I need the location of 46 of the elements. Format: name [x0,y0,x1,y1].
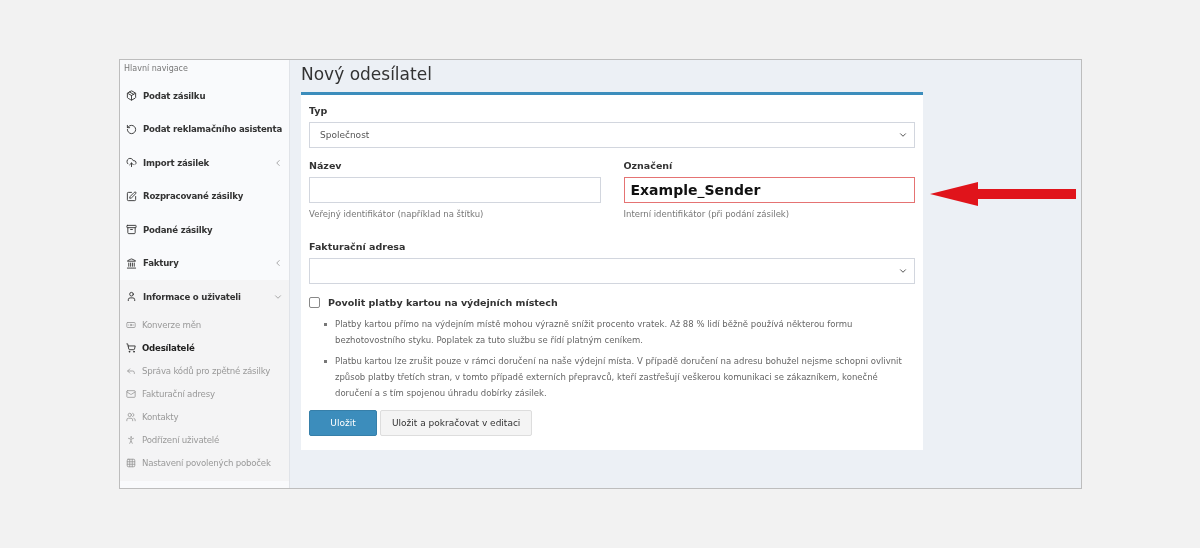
cart-icon [126,343,136,353]
chevron-down-icon [898,266,908,276]
checkbox-label: Povolit platby kartou na výdejních místech [328,297,558,308]
type-select[interactable]: Společnost [309,122,915,148]
note-text: Platbu kartou lze zrušit pouze v rámci doručení na naše výdejní místa. V případě doručení na adresu bohužel nejsme schopni ovlivnit způsob platby třetích stran, v tomto případě externích přepravců, kteří zastřešují veškerou komunikaci se zákazníkem, konečné doručení a s tím spojenou úhradu dobírky zásilek. [335,355,903,400]
help-text: Interní identifikátor (při podání zásilek) [623,209,791,219]
page-title: Nový odesílatel [301,64,433,84]
bullet-icon [324,323,327,326]
sidebar-item[interactable]: Podat reklamačního asistenta [120,112,289,146]
banknote-icon [126,320,136,330]
sidebar-item[interactable]: Podané zásilky [120,213,289,247]
sidebar-heading: Hlavní navigace [123,63,189,75]
cloud-upload-icon [126,157,137,169]
reply-icon [126,366,136,376]
archive-icon [126,224,137,236]
note-text: Platby kartou přímo na výdejním místě mohou výrazně snížit procento vratek. Až 88 % lidí běžně používá některou formu bezhotovostního styku. Poplatek za tuto službu se řídí platným ceníkem. [335,318,854,347]
save-continue-button[interactable]: Uložit a pokračovat v editaci [380,410,533,436]
sidebar-item[interactable]: Faktury [120,246,289,280]
sidebar-item[interactable]: Import zásilek [120,146,289,180]
field-label: Typ [309,105,329,116]
name-input[interactable] [309,177,601,203]
sidebar-item[interactable]: Informace o uživateli [120,280,289,314]
mail-icon [126,389,136,399]
chevron-down-icon [898,130,908,140]
field-label: Název [309,160,343,171]
bank-icon [126,257,137,269]
checkbox[interactable] [309,297,320,308]
users-icon [126,412,136,422]
grid-icon [126,458,136,468]
package-icon [126,90,137,102]
designation-input[interactable]: Example_Sender [623,177,915,203]
help-text: Veřejný identifikátor (například na štítku) [309,209,485,219]
chevron-left-icon [273,157,283,168]
undo-icon [126,123,137,135]
field-label: Označení [623,160,674,171]
person-icon [126,435,136,445]
sidebar-item[interactable]: Rozpracované zásilky [120,179,289,213]
bullet-icon [324,360,327,363]
edit-icon [126,190,137,202]
chevron-left-icon [273,258,283,269]
sidebar-item[interactable]: Podat zásilku [120,79,289,113]
save-button[interactable]: Uložit [309,410,377,436]
field-label: Fakturační adresa [309,241,407,252]
user-icon [126,291,137,303]
billing-address-select[interactable] [309,258,915,284]
submenu-item[interactable]: Odesílatelé [120,336,289,360]
